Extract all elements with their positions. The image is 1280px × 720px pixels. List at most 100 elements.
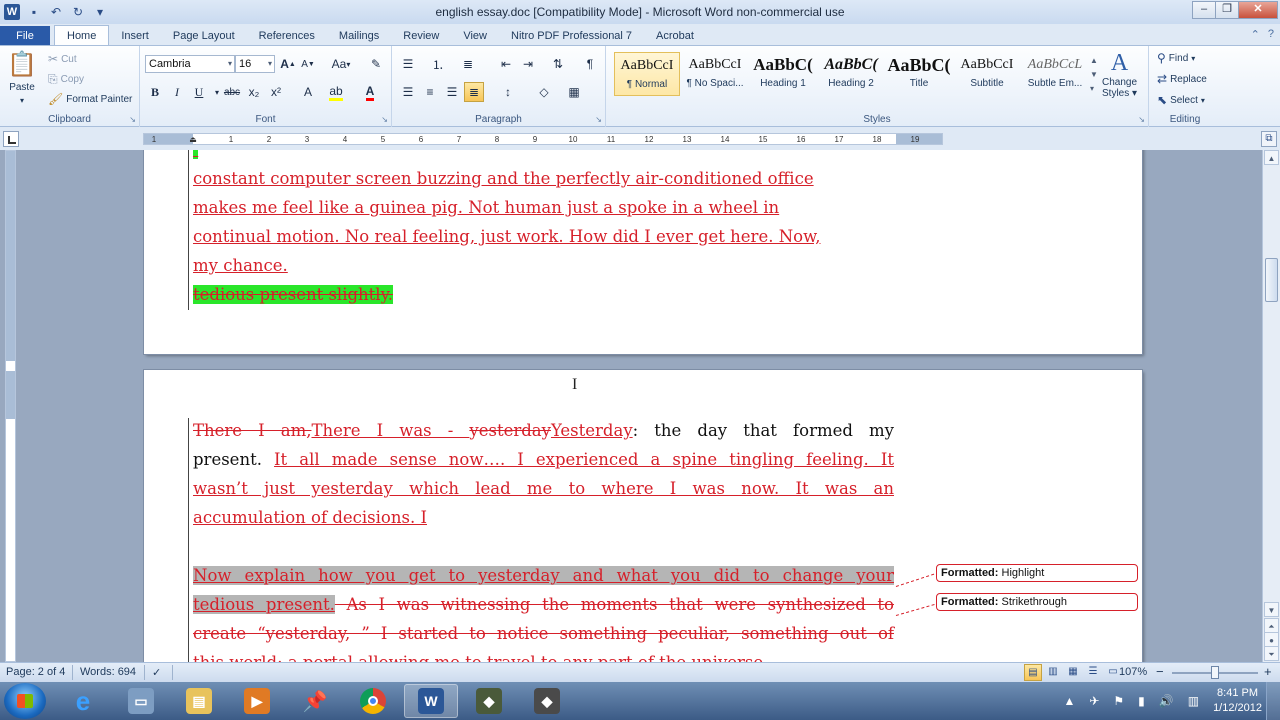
increase-indent-icon[interactable]: ⇥ (518, 54, 538, 74)
line-spacing-icon[interactable]: ↕ (498, 82, 518, 102)
bold-button[interactable]: B (145, 82, 165, 102)
tab-view[interactable]: View (451, 26, 499, 46)
text-effects-icon[interactable]: A (298, 82, 318, 102)
copy-button[interactable]: ⎘ Copy (48, 72, 84, 87)
clock[interactable]: 8:41 PM 1/12/2012 (1213, 686, 1262, 716)
minimize-ribbon-icon[interactable]: ⌃ (1251, 28, 1260, 41)
numbering-icon[interactable]: ⒈ (428, 54, 448, 74)
italic-button[interactable]: I (167, 82, 187, 102)
next-page-button[interactable]: ⏷ (1264, 646, 1279, 661)
tab-mailings[interactable]: Mailings (327, 26, 391, 46)
find-button[interactable]: ⚲ Find ▾ (1157, 51, 1195, 65)
power-icon[interactable]: ▮ (1138, 694, 1145, 708)
style-heading-2[interactable]: AaBbC(Heading 2 (818, 52, 884, 96)
horizontal-ruler[interactable]: 1 ⏏ 1 2 3 4 5 6 7 8 9 10 11 12 13 14 15 … (143, 133, 943, 145)
vertical-scrollbar[interactable]: ▲ ▼ ⏶ ● ⏷ (1262, 150, 1280, 662)
redo-icon[interactable]: ↻ (70, 4, 86, 20)
page-1-text[interactable]: constant computer screen buzzing and the… (193, 150, 894, 309)
styles-scroll-icon[interactable]: ▲ ▼ ▾ (1090, 54, 1098, 96)
justify-icon[interactable]: ≣ (464, 82, 484, 102)
tab-insert[interactable]: Insert (109, 26, 161, 46)
volume-icon[interactable]: 🔊 (1159, 694, 1174, 708)
close-button[interactable]: ✕ (1238, 1, 1278, 19)
zoom-in-button[interactable]: + (1264, 664, 1272, 679)
show-formatting-button[interactable]: ¶ (580, 54, 600, 74)
scroll-down-button[interactable]: ▼ (1264, 602, 1279, 617)
show-hidden-icons-icon[interactable]: ▲ (1063, 694, 1075, 708)
previous-page-button[interactable]: ⏶ (1264, 618, 1279, 633)
dialog-launcher-icon[interactable]: ↘ (1138, 115, 1145, 124)
page-count[interactable]: Page: 2 of 4 (6, 666, 65, 678)
scroll-up-button[interactable]: ▲ (1264, 150, 1279, 165)
dialog-launcher-icon[interactable]: ↘ (129, 115, 136, 124)
font-color-icon[interactable]: A (360, 82, 380, 102)
paste-button[interactable]: 📋 Paste ▾ (6, 50, 38, 105)
shrink-font-button[interactable]: A ▼ (298, 54, 318, 74)
dialog-launcher-icon[interactable]: ↘ (381, 115, 388, 124)
page-1[interactable]: constant computer screen buzzing and the… (144, 150, 1142, 354)
font-name-select[interactable]: Cambria ▾ (145, 55, 235, 73)
indent-marker[interactable]: ⏏ (189, 135, 197, 144)
style-heading-1[interactable]: AaBbC(Heading 1 (750, 52, 816, 96)
tab-references[interactable]: References (247, 26, 327, 46)
taskbar-pin-app[interactable]: 📌 (288, 684, 342, 718)
style-subtitle[interactable]: AaBbCcI Subtitle (954, 52, 1020, 96)
taskbar-internet-explorer[interactable]: e (56, 684, 110, 718)
taskbar-media-player[interactable]: ▶ (230, 684, 284, 718)
tab-acrobat[interactable]: Acrobat (644, 26, 706, 46)
tab-file[interactable]: File (0, 26, 50, 46)
format-balloon-strikethrough[interactable]: Formatted: Strikethrough (936, 593, 1138, 611)
select-button[interactable]: ⬉ Select ▾ (1157, 93, 1205, 107)
change-case-button[interactable]: Aa ▾ (328, 54, 354, 74)
cut-button[interactable]: ✂ Cut (48, 52, 77, 66)
align-right-icon[interactable]: ☰ (442, 82, 462, 102)
align-center-icon[interactable]: ≡ (420, 82, 440, 102)
tab-review[interactable]: Review (391, 26, 451, 46)
full-screen-reading-icon[interactable]: ▥ (1044, 664, 1062, 681)
format-balloon-highlight[interactable]: Formatted: Highlight (936, 564, 1138, 582)
tab-nitro-pdf[interactable]: Nitro PDF Professional 7 (499, 26, 644, 46)
print-layout-view-icon[interactable]: ▤ (1024, 664, 1042, 681)
strikethrough-button[interactable]: abc (222, 82, 242, 102)
document-area[interactable]: constant computer screen buzzing and the… (0, 150, 1262, 662)
taskbar-app-2[interactable]: ◆ (520, 684, 574, 718)
save-icon[interactable]: ▪ (26, 4, 42, 20)
align-left-icon[interactable]: ☰ (398, 82, 418, 102)
tab-selector-icon[interactable] (3, 131, 19, 147)
underline-button[interactable]: U (189, 82, 209, 102)
font-size-select[interactable]: 16 ▾ (235, 55, 275, 73)
tab-home[interactable]: Home (54, 25, 110, 46)
scroll-thumb[interactable] (1265, 258, 1278, 302)
vertical-ruler[interactable] (5, 150, 16, 662)
style-normal[interactable]: AaBbCcI ¶ Normal (614, 52, 680, 96)
web-layout-icon[interactable]: ▦ (1064, 664, 1082, 681)
borders-icon[interactable]: ▦ (564, 82, 584, 102)
page-2-text[interactable]: There I am,There I was - yesterdayYester… (193, 416, 894, 662)
format-painter-button[interactable]: 🖌 Format Painter (48, 92, 132, 106)
taskbar-app-1[interactable]: ◆ (462, 684, 516, 718)
grow-font-button[interactable]: A ▲ (278, 54, 298, 74)
shading-icon[interactable]: ◇ (534, 82, 554, 102)
dialog-launcher-icon[interactable]: ↘ (595, 115, 602, 124)
help-icon[interactable]: ? (1268, 28, 1274, 41)
restore-button[interactable]: ❐ (1215, 1, 1239, 19)
view-ruler-icon[interactable]: ⧉ (1261, 131, 1277, 147)
taskbar-file-explorer[interactable]: ▭ (114, 684, 168, 718)
network-app-icon[interactable]: ✈ (1089, 694, 1099, 708)
subscript-button[interactable]: x₂ (244, 82, 264, 102)
zoom-slider-thumb[interactable] (1211, 666, 1219, 679)
superscript-button[interactable]: x² (266, 82, 286, 102)
zoom-out-button[interactable]: − (1156, 664, 1164, 679)
word-count[interactable]: Words: 694 (80, 666, 136, 678)
show-desktop-button[interactable] (1266, 682, 1280, 720)
undo-icon[interactable]: ↶ (48, 4, 64, 20)
style-subtle-emphasis[interactable]: AaBbCcL Subtle Em... (1022, 52, 1088, 96)
clear-formatting-icon[interactable]: ✎ (366, 54, 386, 74)
page-2[interactable]: I There I am,There I was - yesterdayYest… (144, 370, 1142, 662)
sort-icon[interactable]: ⇅ (548, 54, 568, 74)
highlight-color-icon[interactable]: ab (326, 82, 346, 102)
replace-button[interactable]: ⇄ Replace (1157, 72, 1207, 86)
taskbar-libraries[interactable]: ▤ (172, 684, 226, 718)
change-styles-button[interactable]: A Change Styles ▾ (1102, 50, 1137, 99)
decrease-indent-icon[interactable]: ⇤ (496, 54, 516, 74)
